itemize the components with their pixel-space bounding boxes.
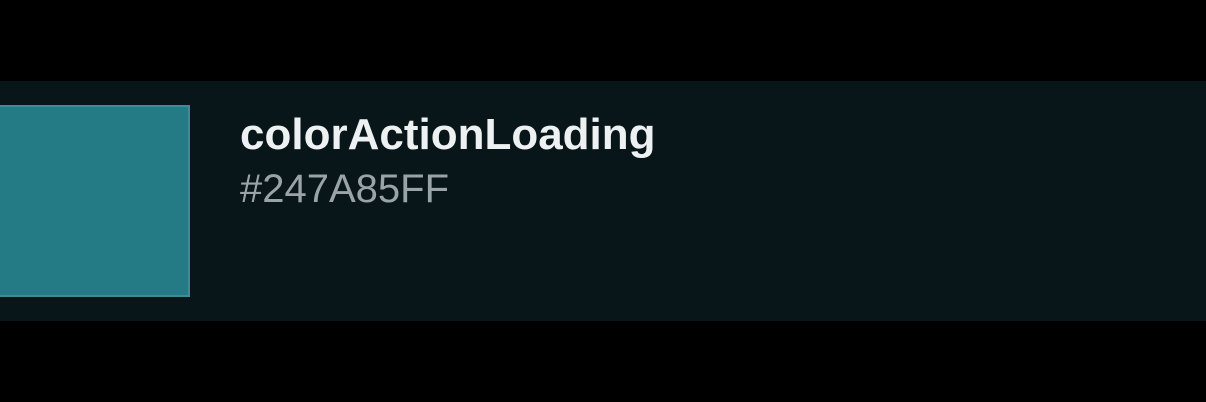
token-hex-value: #247A85FF [240,167,450,211]
token-name: colorActionLoading [240,110,656,159]
color-swatch [0,105,190,297]
screen: colorActionLoading #247A85FF [0,0,1206,402]
color-token-row[interactable]: colorActionLoading #247A85FF [0,81,1206,321]
